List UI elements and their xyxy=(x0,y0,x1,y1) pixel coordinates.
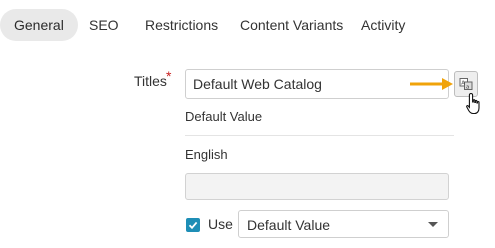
required-marker: * xyxy=(166,68,172,84)
translate-button[interactable]: A a xyxy=(454,71,478,97)
titles-label: Titles xyxy=(134,73,167,89)
pointer-arrow-icon xyxy=(410,78,453,90)
tab-bar: General SEO Restrictions Content Variant… xyxy=(0,0,495,48)
tab-restrictions[interactable]: Restrictions xyxy=(131,9,232,41)
caret-down-icon xyxy=(428,222,438,227)
translate-icon: A a xyxy=(459,78,473,90)
svg-text:a: a xyxy=(466,84,469,90)
checkmark-icon xyxy=(188,221,198,230)
use-fallback-label: Use xyxy=(208,216,233,232)
default-value-label: Default Value xyxy=(185,109,263,124)
english-title-input[interactable] xyxy=(185,173,449,200)
english-locale-label: English xyxy=(185,147,228,162)
divider xyxy=(185,135,454,136)
use-fallback-checkbox[interactable] xyxy=(186,218,200,232)
tab-activity[interactable]: Activity xyxy=(347,9,419,41)
tab-general[interactable]: General xyxy=(0,9,78,41)
tab-content-variants[interactable]: Content Variants xyxy=(226,9,357,41)
svg-text:A: A xyxy=(461,81,465,87)
fallback-select[interactable]: Default Value xyxy=(238,210,449,238)
fallback-select-value: Default Value xyxy=(247,217,331,233)
tab-seo[interactable]: SEO xyxy=(75,9,133,41)
